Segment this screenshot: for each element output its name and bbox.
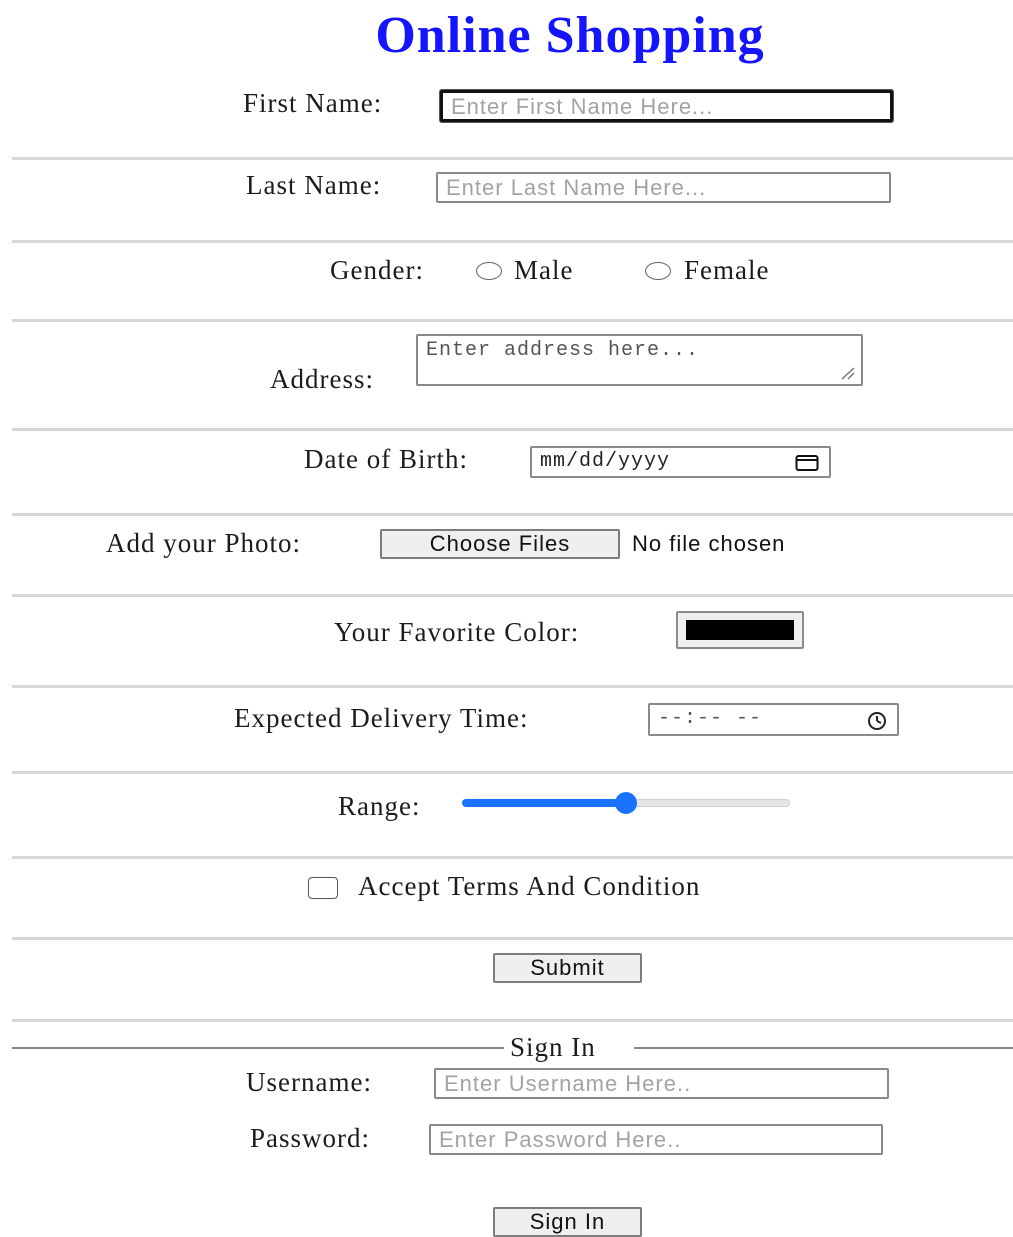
- calendar-icon[interactable]: [795, 454, 819, 472]
- page-title: Online Shopping: [375, 7, 765, 64]
- delivery-label: Expected Delivery Time:: [234, 703, 529, 733]
- username-input[interactable]: Enter Username Here..: [434, 1068, 889, 1099]
- range-fill: [462, 799, 626, 807]
- dob-input[interactable]: mm/dd/yyyy: [530, 446, 831, 478]
- fieldset-border: [634, 1047, 1013, 1049]
- divider: [12, 319, 1013, 322]
- terms-checkbox[interactable]: [308, 877, 338, 899]
- photo-label: Add your Photo:: [106, 528, 302, 558]
- choose-files-button[interactable]: Choose Files: [380, 529, 620, 559]
- gender-female-label: Female: [684, 255, 770, 285]
- range-label: Range:: [338, 791, 421, 821]
- resize-handle-icon[interactable]: [839, 366, 855, 380]
- gender-male-label: Male: [514, 255, 574, 285]
- username-label: Username:: [246, 1067, 372, 1097]
- divider: [12, 771, 1013, 774]
- dob-value: mm/dd/yyyy: [540, 450, 671, 473]
- gender-label: Gender:: [330, 255, 424, 285]
- divider: [12, 685, 1013, 688]
- delivery-time-input[interactable]: --:-- --: [648, 703, 899, 736]
- terms-label: Accept Terms And Condition: [358, 871, 701, 901]
- divider: [12, 513, 1013, 516]
- color-picker[interactable]: [676, 611, 804, 649]
- password-label: Password:: [250, 1123, 371, 1153]
- gender-male-radio[interactable]: [476, 262, 502, 280]
- address-label: Address:: [270, 364, 374, 394]
- divider: [12, 594, 1013, 597]
- range-slider[interactable]: [462, 790, 790, 816]
- address-textarea[interactable]: Enter address here...: [416, 334, 863, 386]
- color-label: Your Favorite Color:: [334, 617, 580, 647]
- color-swatch: [686, 620, 794, 640]
- signin-legend: Sign In: [510, 1032, 596, 1062]
- divider: [12, 428, 1013, 431]
- file-status-text: No file chosen: [632, 531, 786, 556]
- clock-icon[interactable]: [867, 711, 887, 731]
- delivery-time-value: --:-- --: [658, 707, 763, 730]
- password-input[interactable]: Enter Password Here..: [429, 1124, 883, 1155]
- divider: [12, 856, 1013, 859]
- last-name-input[interactable]: Enter Last Name Here...: [436, 172, 891, 203]
- divider: [12, 157, 1013, 160]
- last-name-label: Last Name:: [246, 170, 382, 200]
- dob-label: Date of Birth:: [304, 444, 468, 474]
- submit-button[interactable]: Submit: [493, 953, 642, 983]
- gender-female-radio[interactable]: [645, 262, 671, 280]
- address-placeholder: Enter address here...: [426, 339, 700, 362]
- fieldset-border: [12, 1047, 504, 1049]
- divider: [12, 240, 1013, 243]
- divider: [12, 937, 1013, 940]
- first-name-input[interactable]: Enter First Name Here...: [440, 90, 893, 122]
- first-name-label: First Name:: [243, 88, 383, 118]
- range-thumb[interactable]: [615, 792, 637, 814]
- divider: [12, 1019, 1013, 1022]
